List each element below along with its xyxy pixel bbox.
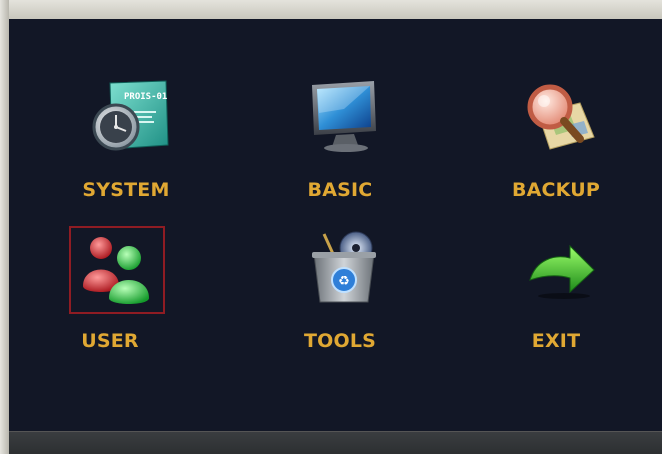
monitor-icon bbox=[312, 81, 376, 152]
dvr-main-menu-screen: PROIS-01 SYSTEM BASIC BACKUP USER ♻ TOOL… bbox=[0, 0, 662, 454]
menu-item-exit-icon-box bbox=[520, 230, 595, 302]
bottom-status-bar bbox=[9, 431, 662, 454]
menu-item-user-selection-box bbox=[69, 226, 165, 314]
magnifier-map-icon bbox=[527, 84, 595, 150]
menu-item-exit-label: EXIT bbox=[531, 330, 581, 352]
menu-item-exit[interactable]: EXIT bbox=[481, 230, 631, 360]
menu-item-system-icon-box: PROIS-01 bbox=[90, 79, 169, 151]
clock-panel-icon: PROIS-01 bbox=[92, 80, 169, 151]
svg-text:♻: ♻ bbox=[338, 274, 350, 289]
panel-text: PROIS-01 bbox=[124, 92, 167, 102]
menu-item-system-label: SYSTEM bbox=[82, 179, 170, 201]
menu-item-user[interactable]: USER bbox=[35, 226, 185, 360]
menu-item-basic-label: BASIC bbox=[307, 179, 373, 201]
menu-item-basic-icon-box bbox=[304, 79, 376, 152]
main-menu-panel: PROIS-01 SYSTEM BASIC BACKUP USER ♻ TOOL… bbox=[9, 19, 662, 431]
menu-item-backup-icon-box bbox=[520, 79, 595, 151]
menu-item-backup-label: BACKUP bbox=[511, 179, 601, 201]
menu-item-tools[interactable]: ♻ TOOLS bbox=[265, 230, 415, 360]
tools-bin-icon: ♻ bbox=[312, 231, 376, 303]
green-arrow-icon bbox=[529, 244, 595, 299]
users-icon bbox=[83, 237, 149, 304]
menu-item-tools-label: TOOLS bbox=[303, 330, 377, 352]
top-frame bbox=[0, 0, 662, 19]
menu-item-basic[interactable]: BASIC bbox=[265, 79, 415, 209]
menu-item-user-label: USER bbox=[81, 330, 139, 352]
left-frame bbox=[0, 0, 9, 454]
menu-item-backup[interactable]: BACKUP bbox=[481, 79, 631, 209]
menu-item-tools-icon-box: ♻ bbox=[304, 230, 376, 303]
menu-item-system[interactable]: PROIS-01 SYSTEM bbox=[51, 79, 201, 209]
